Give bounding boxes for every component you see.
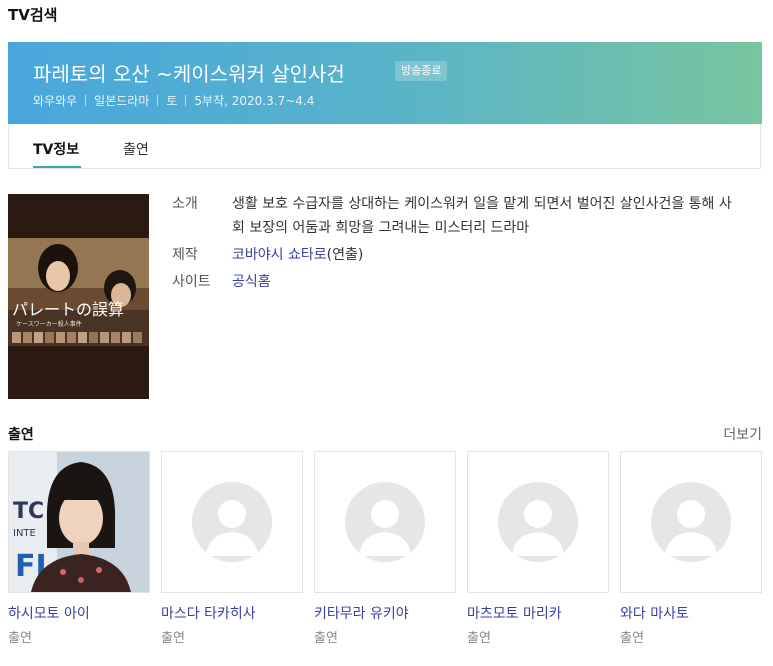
cast-photo[interactable] (467, 451, 609, 593)
schedule-text: 5부작, 2020.3.7~4.4 (194, 94, 315, 108)
cast-photo[interactable] (620, 451, 762, 593)
cast-photo[interactable] (314, 451, 456, 593)
intro-label: 소개 (172, 196, 198, 212)
show-info: 소개 생활 보호 수급자를 상대하는 케이스워커 일을 맡게 되면서 벌어진 살… (172, 192, 742, 294)
cast-name-link[interactable]: 와다 마사토 (620, 603, 762, 623)
airday-text: 토 (166, 94, 178, 108)
official-site-link[interactable]: 공식홈 (232, 274, 271, 290)
production-row: 제작 코바야시 쇼타로(연출) (172, 243, 742, 267)
site-row: 사이트 공식홈 (172, 270, 742, 294)
tab-bar: TV정보 출연 (8, 124, 761, 169)
site-label: 사이트 (172, 274, 211, 290)
svg-text:TC: TC (13, 499, 44, 524)
more-cast-link[interactable]: 더보기 (723, 424, 762, 444)
cast-portrait-image: TC INTE FI (9, 452, 149, 592)
default-profile-icon (345, 482, 425, 562)
cast-name-link[interactable]: 키타무라 유키야 (314, 603, 456, 623)
cast-name-link[interactable]: 마츠모토 마리카 (467, 603, 609, 623)
cast-photo[interactable]: TC INTE FI (8, 451, 150, 593)
show-title[interactable]: 파레토의 오산 ~케이스워커 살인사건 (33, 58, 345, 87)
tab-tv-info[interactable]: TV정보 (33, 139, 79, 159)
section-title: TV검색 (8, 6, 58, 24)
cast-role: 출연 (620, 631, 644, 646)
director-link[interactable]: 코바야시 쇼타로 (232, 247, 327, 263)
channel-text: 와우와우 (33, 94, 78, 108)
poster-subtitle-text: ケースワーカー殺人事件 (16, 320, 82, 328)
production-value: 코바야시 쇼타로(연출) (232, 243, 742, 267)
director-role: (연출) (326, 247, 364, 263)
show-banner: 파레토의 오산 ~케이스워커 살인사건 방송종료 와우와우 일본드라마 토 5부… (8, 42, 762, 124)
cast-name-link[interactable]: 마스다 타카히사 (161, 603, 303, 623)
meta-divider (185, 95, 187, 106)
cast-role: 출연 (8, 631, 32, 646)
meta-divider (85, 95, 87, 106)
default-profile-icon (192, 482, 272, 562)
status-badge: 방송종료 (395, 61, 448, 81)
svg-text:INTE: INTE (13, 528, 36, 539)
default-profile-icon (651, 482, 731, 562)
cast-card[interactable]: 마츠모토 마리카 출연 (467, 451, 609, 646)
cast-role: 출연 (161, 631, 185, 646)
cast-card[interactable]: 마스다 타카히사 출연 (161, 451, 303, 646)
cast-photo[interactable] (161, 451, 303, 593)
intro-row: 소개 생활 보호 수급자를 상대하는 케이스워커 일을 맡게 되면서 벌어진 살… (172, 192, 742, 240)
cast-name-link[interactable]: 하시모토 아이 (8, 603, 150, 623)
production-label: 제작 (172, 247, 198, 263)
poster-title-text: パレートの誤算 (12, 300, 124, 319)
cast-role: 출연 (314, 631, 338, 646)
show-poster[interactable]: パレートの誤算 ケースワーカー殺人事件 (8, 194, 149, 399)
show-meta: 와우와우 일본드라마 토 5부작, 2020.3.7~4.4 (33, 92, 314, 109)
active-tab-indicator (33, 166, 81, 168)
cast-role: 출연 (467, 631, 491, 646)
site-value: 공식홈 (232, 270, 742, 294)
cast-card[interactable]: TC INTE FI 하시모토 아이 출연 (8, 451, 150, 646)
default-profile-icon (498, 482, 578, 562)
genre-text: 일본드라마 (94, 94, 150, 108)
cast-heading: 출연 (8, 427, 34, 443)
intro-text: 생활 보호 수급자를 상대하는 케이스워커 일을 맡게 되면서 벌어진 살인사건… (232, 196, 732, 236)
cast-card[interactable]: 와다 마사토 출연 (620, 451, 762, 646)
poster-image: パレートの誤算 ケースワーカー殺人事件 (8, 194, 149, 399)
tab-cast[interactable]: 출연 (123, 139, 149, 159)
meta-divider (157, 95, 159, 106)
cast-card[interactable]: 키타무라 유키야 출연 (314, 451, 456, 646)
